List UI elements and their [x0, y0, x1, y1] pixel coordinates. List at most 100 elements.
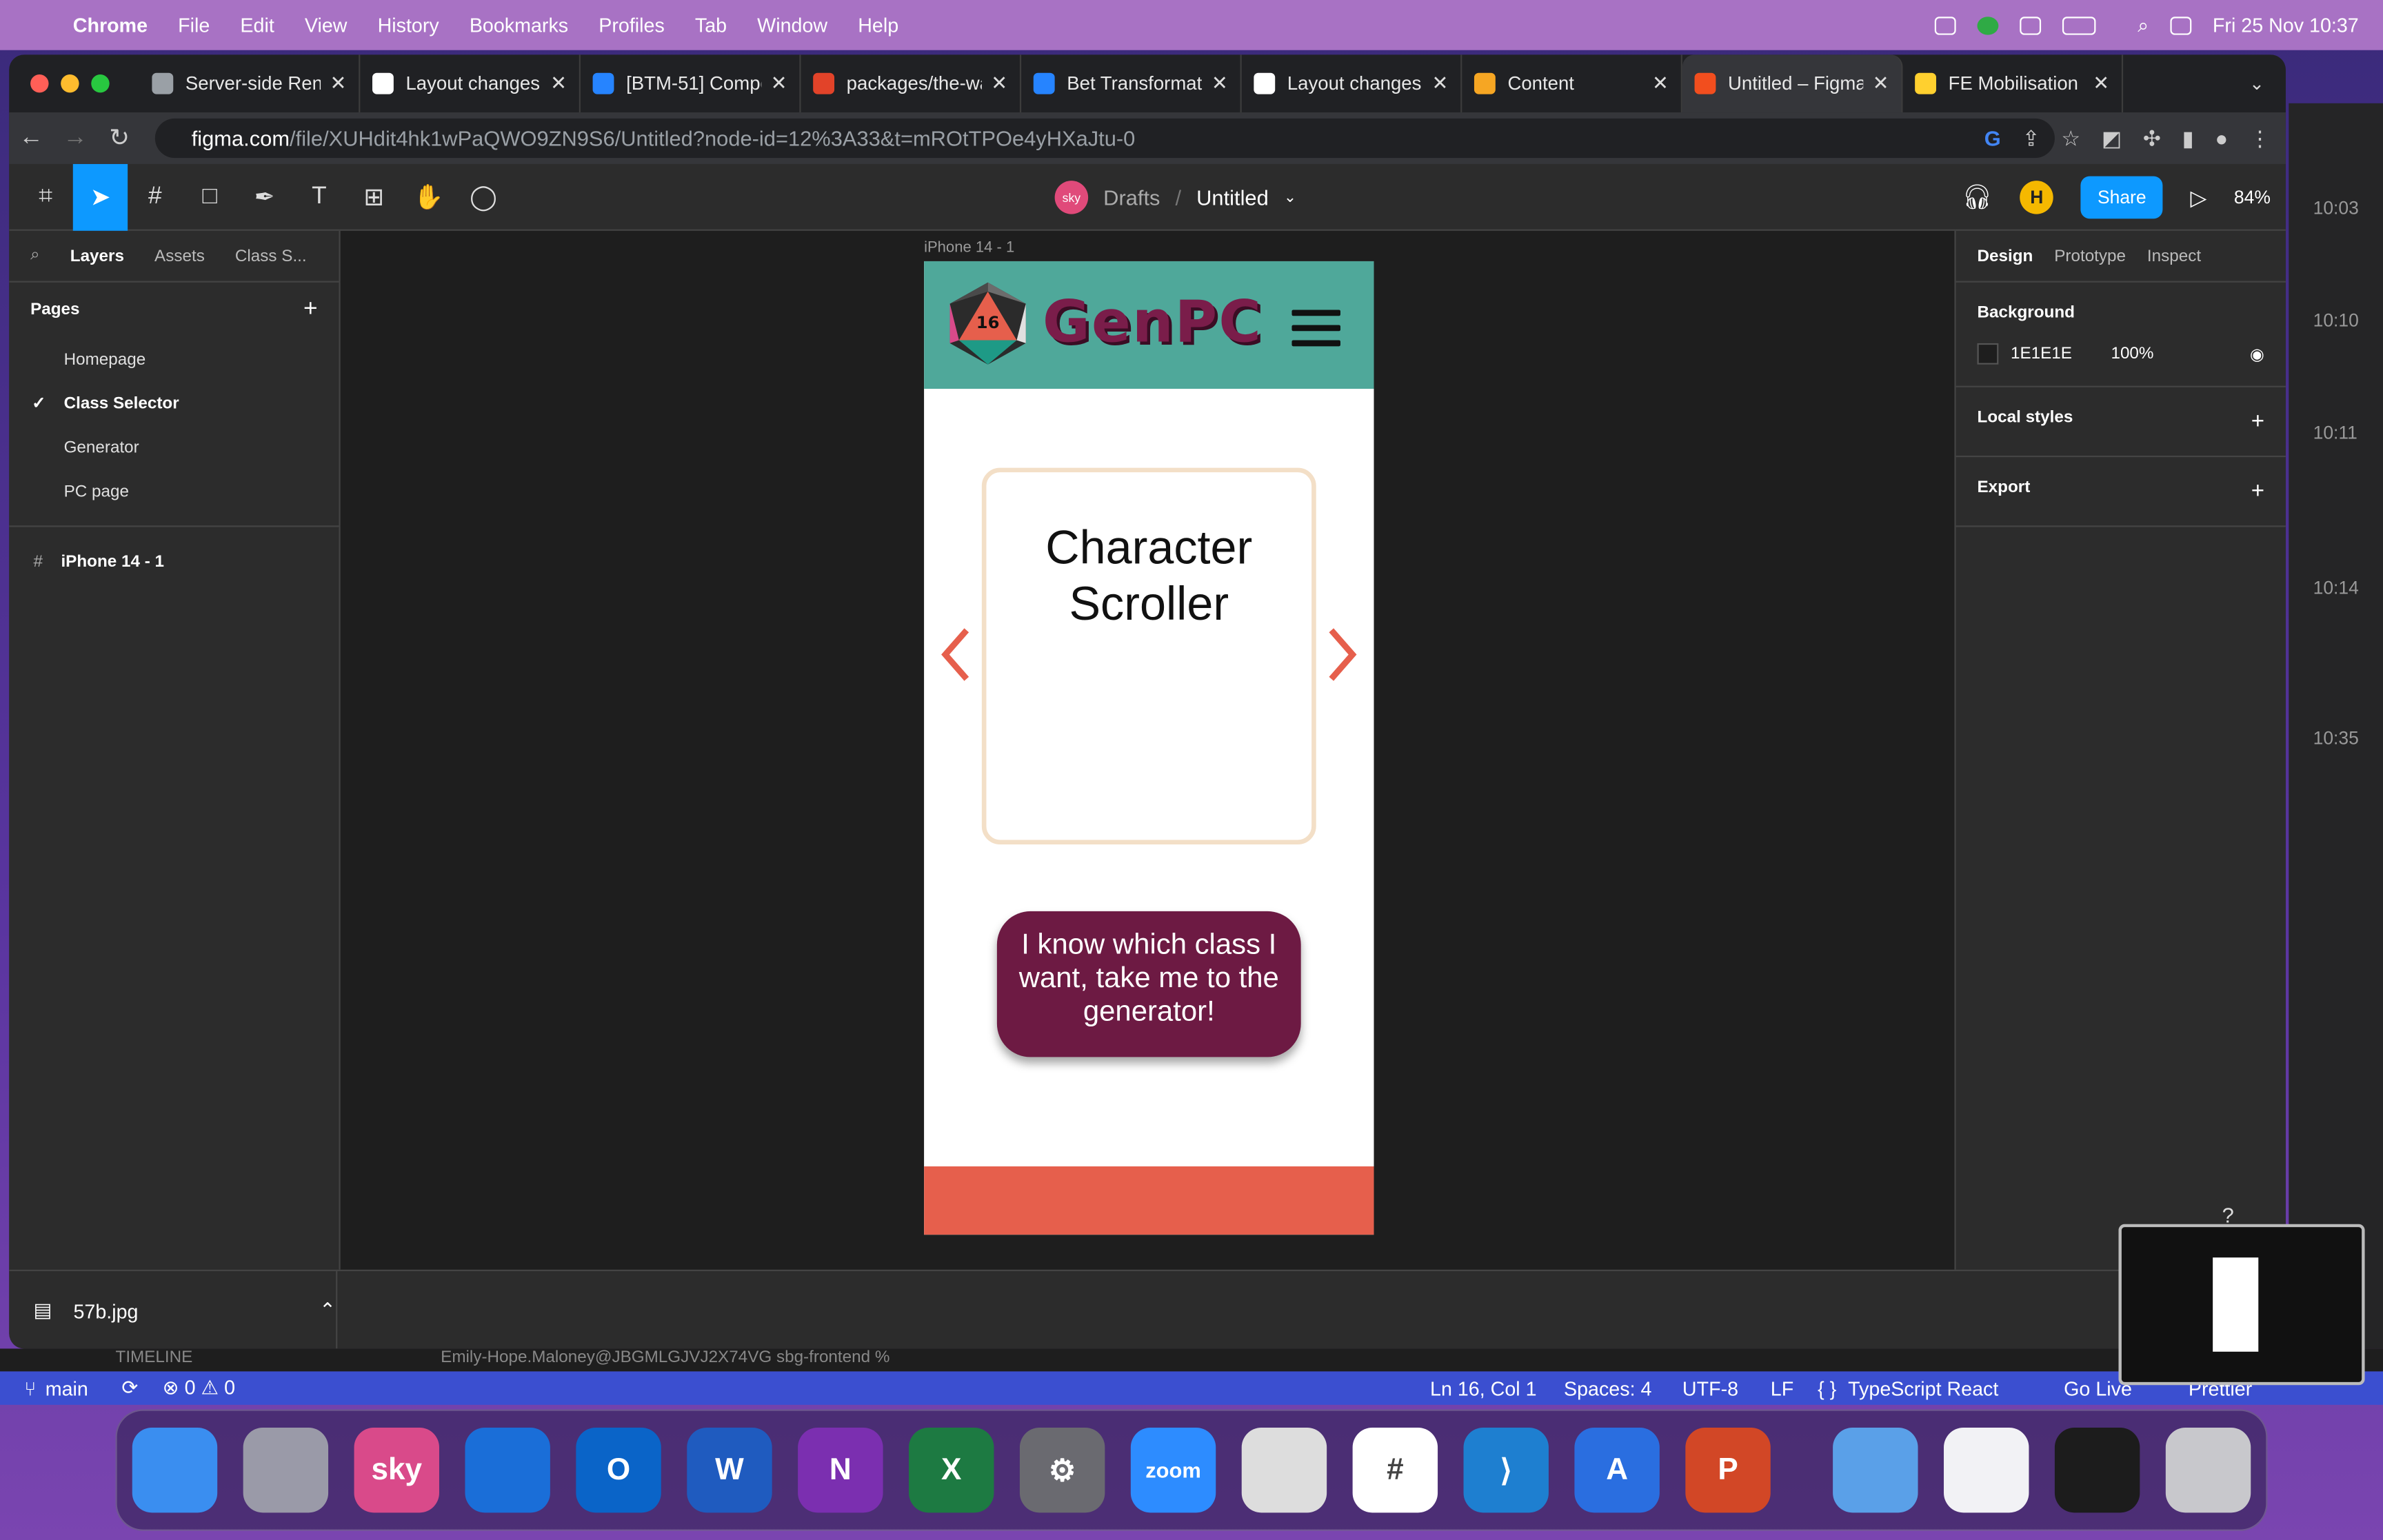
indentation[interactable]: Spaces: 4 [1564, 1377, 1651, 1399]
browser-tab[interactable]: Server-side Rend ✕ [140, 54, 361, 113]
encoding[interactable]: UTF-8 [1682, 1377, 1738, 1399]
sync-icon[interactable]: ⟳ [121, 1376, 138, 1400]
audio-headphones-icon[interactable]: 🎧︎ [1962, 182, 1993, 212]
tab-prototype[interactable]: Prototype [2054, 247, 2126, 265]
puzzle-extensions-icon[interactable]: ✣ [2143, 125, 2161, 151]
language-mode[interactable]: TypeScript React [1848, 1377, 1998, 1399]
google-icon[interactable]: G [1984, 126, 2001, 150]
menu-bookmarks[interactable]: Bookmarks [470, 14, 568, 37]
comment-tool-icon[interactable]: ◯ [456, 163, 510, 230]
breadcrumb-file-name[interactable]: Untitled [1196, 185, 1269, 210]
menu-edit[interactable]: Edit [240, 14, 274, 37]
dock-word-icon[interactable]: W [687, 1427, 772, 1513]
dock-screenshot-1-icon[interactable] [1944, 1427, 2029, 1513]
page-item-generator[interactable]: Generator [9, 425, 339, 469]
dock-outlook-icon[interactable]: O [576, 1427, 661, 1513]
eye-visibility-icon[interactable]: ◉ [2250, 344, 2264, 363]
back-button[interactable]: ← [9, 125, 53, 152]
close-tab-icon[interactable]: ✕ [771, 72, 787, 96]
profile-icon[interactable]: ● [2215, 126, 2229, 150]
breadcrumb-drafts[interactable]: Drafts [1103, 185, 1160, 210]
character-scroller-card[interactable]: Character Scroller [981, 467, 1316, 844]
share-page-icon[interactable]: ⇪ [2022, 125, 2040, 151]
current-page-dropdown[interactable]: Class S... [235, 247, 307, 265]
browser-tab[interactable]: Untitled – Figma ✕ [1682, 54, 1903, 113]
extension-icon[interactable]: ◩ [2102, 125, 2122, 151]
line-ending[interactable]: LF [1771, 1377, 1793, 1399]
kebab-menu-icon[interactable]: ⋮ [2249, 125, 2271, 151]
dock-vpn-shield-icon[interactable] [465, 1427, 550, 1513]
bookmark-star-icon[interactable]: ☆ [2061, 125, 2080, 151]
close-tab-icon[interactable]: ✕ [550, 72, 567, 96]
menu-app-name[interactable]: Chrome [73, 14, 148, 37]
add-page-icon[interactable]: + [303, 296, 318, 324]
menu-tab[interactable]: Tab [695, 14, 727, 37]
close-tab-icon[interactable]: ✕ [1431, 72, 1448, 96]
shield-status-icon[interactable] [1976, 16, 1998, 34]
zoom-window-button[interactable] [91, 74, 110, 93]
move-tool-icon[interactable]: ➤ [72, 163, 128, 230]
iphone-frame[interactable]: 16 GenPC Character Scroller I know which… [924, 261, 1374, 1235]
share-button[interactable]: Share [2080, 176, 2163, 219]
background-hex-input[interactable]: 1E1E1E [2011, 345, 2111, 363]
add-style-icon[interactable]: + [2251, 409, 2264, 434]
dock-finder-icon[interactable] [132, 1427, 218, 1513]
tab-inspect[interactable]: Inspect [2147, 247, 2201, 265]
cursor-position[interactable]: Ln 16, Col 1 [1430, 1377, 1537, 1399]
dock-screenshot-2-icon[interactable] [2054, 1427, 2140, 1513]
add-export-icon[interactable]: + [2251, 478, 2264, 504]
browser-tab[interactable]: FE Mobilisation F ✕ [1903, 54, 2124, 113]
color-swatch[interactable] [1977, 343, 1999, 365]
menu-window[interactable]: Window [757, 14, 827, 37]
browser-tab[interactable]: Bet Transformatio ✕ [1021, 54, 1242, 113]
dock-excel-icon[interactable]: X [909, 1427, 994, 1513]
browser-tab[interactable]: Layout changes ✕ [360, 54, 581, 113]
menu-profiles[interactable]: Profiles [599, 14, 665, 37]
menu-history[interactable]: History [378, 14, 439, 37]
hand-tool-icon[interactable]: ✋ [401, 163, 456, 230]
tab-layers[interactable]: Layers [70, 247, 124, 265]
layer-item-frame[interactable]: # iPhone 14 - 1 [9, 539, 339, 583]
hamburger-menu-icon[interactable] [1291, 310, 1340, 355]
extension-status-icon[interactable] [2019, 16, 2041, 34]
menu-file[interactable]: File [178, 14, 210, 37]
dock-powerpoint-icon[interactable]: P [1685, 1427, 1771, 1513]
reload-button[interactable]: ↻ [97, 123, 141, 153]
problems-count[interactable]: ⊗ 0 ⚠ 0 [163, 1376, 235, 1400]
menu-help[interactable]: Help [858, 14, 898, 37]
text-tool-icon[interactable]: T [292, 163, 346, 230]
screen-recording-thumbnail[interactable] [2118, 1224, 2365, 1386]
close-window-button[interactable] [30, 74, 49, 93]
figma-canvas[interactable]: iPhone 14 - 1 16 GenPC Character Scrolle… [340, 230, 1955, 1270]
user-avatar[interactable]: H [2020, 181, 2054, 214]
menubar-clock[interactable]: Fri 25 Nov 10:37 [2213, 14, 2359, 37]
close-tab-icon[interactable]: ✕ [1873, 72, 1889, 96]
close-tab-icon[interactable]: ✕ [2093, 72, 2109, 96]
battery-icon[interactable] [2062, 16, 2095, 34]
tab-assets[interactable]: Assets [154, 247, 205, 265]
frame-label[interactable]: iPhone 14 - 1 [924, 240, 1014, 256]
dock-chrome-icon[interactable] [1241, 1427, 1327, 1513]
dock-onenote-icon[interactable]: N [798, 1427, 883, 1513]
frame-tool-icon[interactable]: # [128, 163, 182, 230]
go-to-generator-button[interactable]: I know which class I want, take me to th… [996, 911, 1301, 1057]
forward-button[interactable]: → [53, 125, 97, 152]
browser-tab[interactable]: [BTM-51] Compo ✕ [581, 54, 801, 113]
dock-xcode-instruments-icon[interactable]: A [1574, 1427, 1660, 1513]
search-icon[interactable]: ⌕ [2138, 13, 2149, 37]
pen-tool-icon[interactable]: ✒ [237, 163, 292, 230]
chevron-up-icon[interactable]: ⌃ [319, 1299, 336, 1323]
team-avatar-icon[interactable]: sky [1054, 181, 1089, 214]
page-item-homepage[interactable]: Homepage [9, 337, 339, 381]
figma-main-menu-icon[interactable]: ⌗ [18, 163, 72, 230]
dock-trash-icon[interactable] [2165, 1427, 2251, 1513]
layer-search-icon[interactable]: ⌕ [30, 246, 40, 266]
shape-tool-icon[interactable]: □ [182, 163, 237, 230]
present-play-icon[interactable]: ▷ [2190, 185, 2206, 210]
dock-vscode-icon[interactable]: ⟩ [1463, 1427, 1549, 1513]
git-branch[interactable]: main [46, 1377, 88, 1399]
git-branch-icon[interactable]: ⑂ [24, 1377, 36, 1399]
chevron-down-icon[interactable]: ⌄ [1284, 189, 1296, 205]
browser-tab[interactable]: Content ✕ [1462, 54, 1682, 113]
dock-documents-folder-icon[interactable] [1833, 1427, 1918, 1513]
